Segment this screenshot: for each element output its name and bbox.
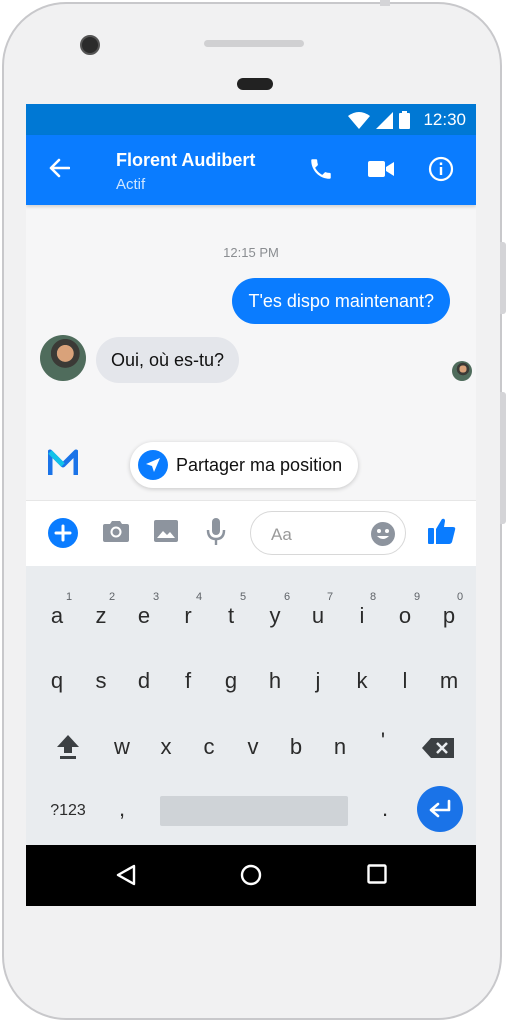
key-n[interactable]: n xyxy=(320,734,360,760)
key-p[interactable]: p xyxy=(429,603,469,629)
key-hint: 6 xyxy=(283,591,291,603)
key-comma[interactable]: , xyxy=(102,796,142,822)
key-v[interactable]: v xyxy=(233,734,273,760)
message-timestamp: 12:15 PM xyxy=(223,245,279,260)
key-s[interactable]: s xyxy=(81,668,121,694)
key-j[interactable]: j xyxy=(298,668,338,694)
share-location-chip[interactable]: Partager ma position xyxy=(130,442,359,488)
emoji-icon[interactable] xyxy=(371,522,395,546)
key-k[interactable]: k xyxy=(342,668,382,694)
key-hint: 0 xyxy=(456,591,464,603)
key-d[interactable]: d xyxy=(124,668,164,694)
key-hint: 9 xyxy=(413,591,421,603)
key-hint: 8 xyxy=(369,591,377,603)
phone-screen: 12:30 Florent Audibert Actif 12:15 PM T'… xyxy=(26,104,476,906)
key-c[interactable]: c xyxy=(189,734,229,760)
m-assistant-icon[interactable] xyxy=(48,449,78,477)
key-w[interactable]: w xyxy=(102,734,142,760)
key-r[interactable]: r xyxy=(168,603,208,629)
key-e[interactable]: e xyxy=(124,603,164,629)
key-z[interactable]: z xyxy=(81,603,121,629)
front-camera xyxy=(80,35,100,55)
phone-icon[interactable] xyxy=(308,156,334,182)
thumbs-up-icon[interactable] xyxy=(428,516,456,546)
home-circle-icon[interactable] xyxy=(240,864,262,886)
camera-icon[interactable] xyxy=(102,519,130,543)
status-time: 12:30 xyxy=(423,110,466,129)
proximity-sensor xyxy=(237,78,273,90)
image-icon[interactable] xyxy=(153,519,179,543)
signal-icon xyxy=(376,111,393,129)
contact-avatar[interactable] xyxy=(40,335,86,381)
key-y[interactable]: y xyxy=(255,603,295,629)
message-composer: Aa xyxy=(26,500,476,567)
incoming-message-bubble[interactable]: Oui, où es-tu? xyxy=(96,337,240,383)
message-input[interactable]: Aa xyxy=(250,511,406,555)
video-camera-icon[interactable] xyxy=(368,159,394,179)
location-arrow-icon xyxy=(138,450,168,480)
recents-square-icon[interactable] xyxy=(367,864,387,884)
contact-name[interactable]: Florent Audibert xyxy=(116,150,255,171)
key-x[interactable]: x xyxy=(146,734,186,760)
key-t[interactable]: t xyxy=(211,603,251,629)
contact-status: Actif xyxy=(116,176,146,193)
share-location-label: Partager ma position xyxy=(176,454,343,475)
key-b[interactable]: b xyxy=(276,734,316,760)
backspace-icon[interactable] xyxy=(422,738,454,758)
key-a[interactable]: a xyxy=(37,603,77,629)
key-hint: 1 xyxy=(65,591,73,603)
system-navigation-bar xyxy=(26,845,476,906)
key-hint: 5 xyxy=(239,591,247,603)
plus-icon[interactable] xyxy=(48,518,78,548)
microphone-icon[interactable] xyxy=(206,517,226,547)
key-hint: 7 xyxy=(326,591,334,603)
key-q[interactable]: q xyxy=(37,668,77,694)
phone-top-nub xyxy=(380,0,390,6)
key-g[interactable]: g xyxy=(211,668,251,694)
spacebar[interactable] xyxy=(160,796,348,826)
back-arrow-icon[interactable] xyxy=(48,157,70,179)
message-input-placeholder: Aa xyxy=(271,525,292,544)
status-icons xyxy=(348,111,410,129)
key-hint: 3 xyxy=(152,591,160,603)
power-button xyxy=(500,392,506,524)
key-m[interactable]: m xyxy=(429,668,469,694)
key-i[interactable]: i xyxy=(342,603,382,629)
keyboard: 1 2 3 4 5 6 7 8 9 0 a z e r t y u i o p … xyxy=(26,566,476,845)
key-f[interactable]: f xyxy=(168,668,208,694)
wifi-icon xyxy=(348,111,370,129)
key-apostrophe[interactable]: ' xyxy=(363,728,403,754)
shift-icon[interactable] xyxy=(56,734,80,760)
message-thread: 12:15 PM T'es dispo maintenant? Oui, où … xyxy=(26,205,476,500)
earpiece-speaker xyxy=(204,40,304,47)
volume-button xyxy=(500,242,506,314)
key-h[interactable]: h xyxy=(255,668,295,694)
key-hint: 4 xyxy=(195,591,203,603)
status-bar: 12:30 xyxy=(26,104,476,135)
key-period[interactable]: . xyxy=(365,796,405,822)
conversation-header: Florent Audibert Actif xyxy=(26,135,476,205)
info-icon[interactable] xyxy=(428,156,454,182)
key-l[interactable]: l xyxy=(385,668,425,694)
key-o[interactable]: o xyxy=(385,603,425,629)
key-hint: 2 xyxy=(108,591,116,603)
seen-receipt-avatar xyxy=(452,361,472,381)
enter-key[interactable] xyxy=(417,786,463,832)
key-u[interactable]: u xyxy=(298,603,338,629)
back-triangle-icon[interactable] xyxy=(115,864,137,886)
battery-icon xyxy=(399,111,410,129)
outgoing-message-bubble[interactable]: T'es dispo maintenant? xyxy=(232,278,450,324)
symbols-key[interactable]: ?123 xyxy=(38,802,98,820)
enter-icon xyxy=(429,799,451,818)
